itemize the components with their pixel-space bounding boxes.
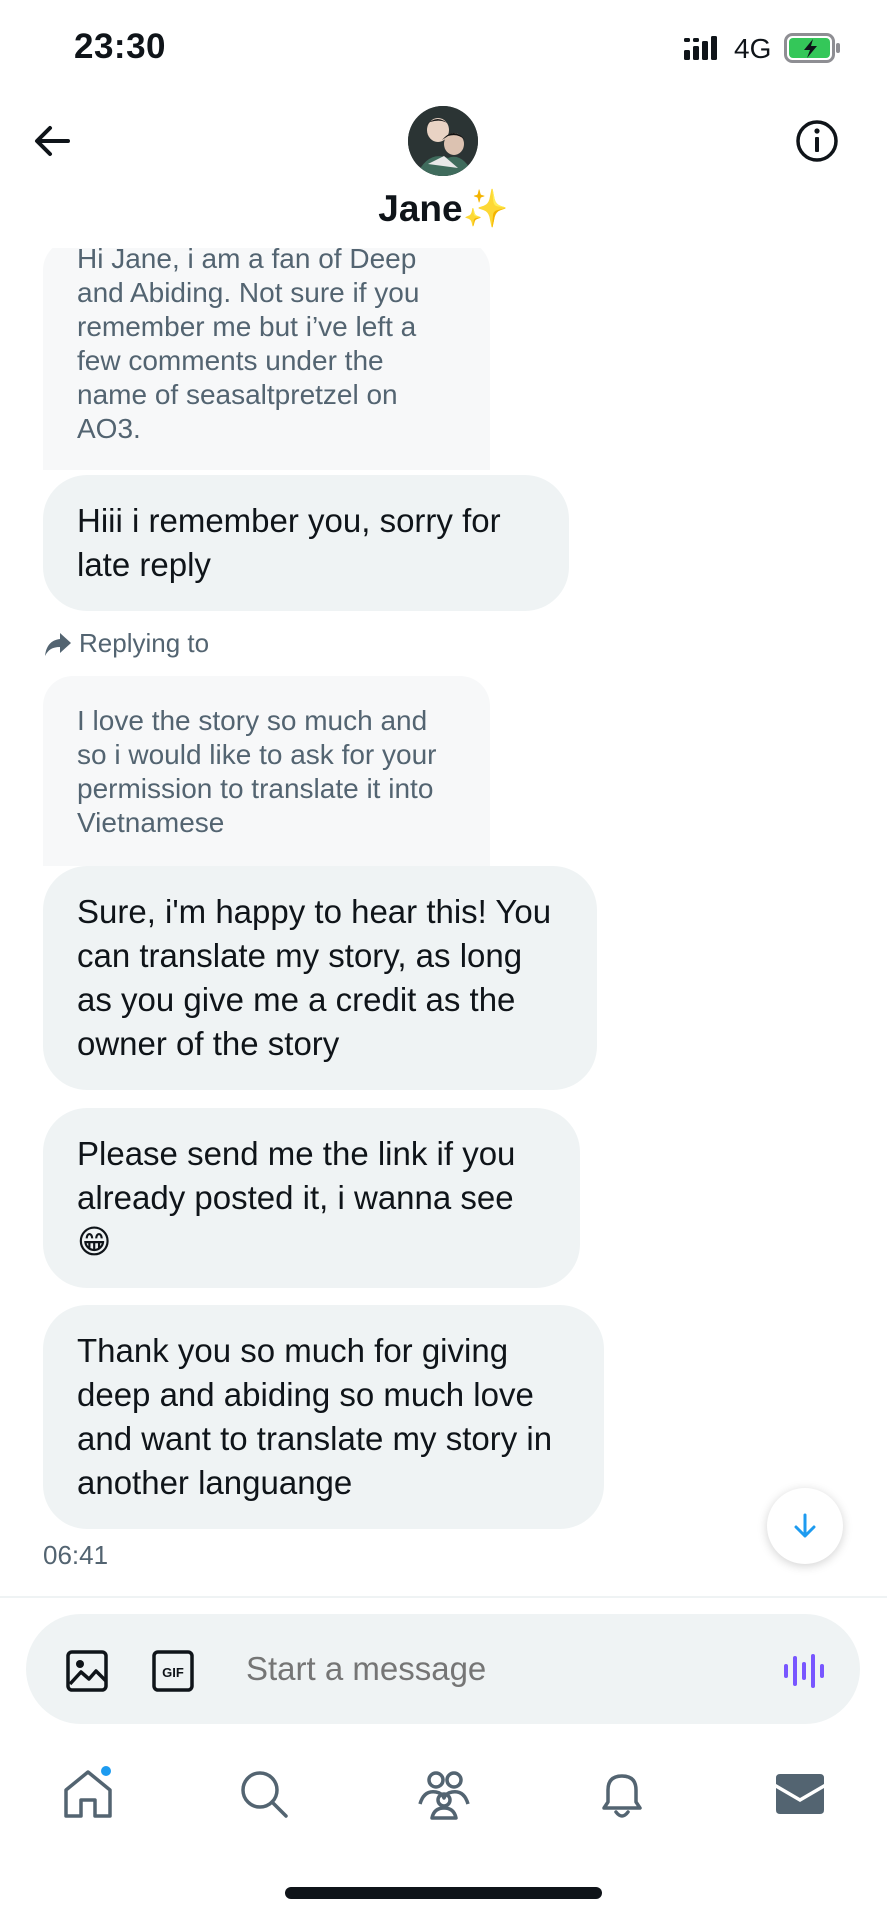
avatar[interactable]	[408, 106, 478, 176]
message-bubble[interactable]: Thank you so much for giving deep and ab…	[43, 1305, 604, 1529]
message-text: Please send me the link if you already p…	[77, 1135, 516, 1260]
message-thread[interactable]: Hi Jane, i am a fan of Deep and Abiding.…	[0, 248, 887, 1593]
quoted-message: Hi Jane, i am a fan of Deep and Abiding.…	[43, 248, 490, 470]
scroll-to-bottom-button[interactable]	[767, 1488, 843, 1564]
quoted-message: I love the story so much and so i would …	[43, 676, 490, 866]
reply-arrow-icon	[45, 632, 71, 656]
notifications-icon[interactable]	[594, 1766, 650, 1822]
search-icon[interactable]	[236, 1766, 292, 1822]
battery-icon	[784, 33, 840, 63]
message-text: Sure, i'm happy to hear this! You can tr…	[77, 893, 552, 1062]
contact-name[interactable]: Jane✨	[0, 188, 887, 231]
home-indicator	[285, 1887, 602, 1899]
messages-icon[interactable]	[772, 1766, 828, 1822]
quoted-message-text: Hi Jane, i am a fan of Deep and Abiding.…	[77, 248, 420, 444]
replying-to-text: Replying to	[79, 628, 210, 658]
replying-to-label: Replying to	[43, 628, 209, 659]
arrow-down-icon	[794, 1513, 816, 1538]
info-icon[interactable]	[792, 116, 842, 166]
signal-icon	[684, 36, 717, 60]
voice-message-icon[interactable]	[780, 1648, 826, 1694]
message-bubble[interactable]: Please send me the link if you already p…	[43, 1108, 580, 1288]
status-time: 23:30	[74, 27, 167, 66]
message-bubble[interactable]: Sure, i'm happy to hear this! You can tr…	[43, 866, 597, 1090]
image-icon[interactable]	[66, 1650, 108, 1692]
communities-icon[interactable]	[416, 1766, 472, 1822]
contact-name-text: Jane	[378, 188, 463, 229]
home-icon[interactable]	[60, 1766, 116, 1822]
message-input[interactable]	[246, 1646, 746, 1692]
status-bar: 23:30 4G	[0, 0, 887, 96]
network-type: 4G	[734, 33, 772, 64]
avatar-image	[408, 106, 478, 176]
message-timestamp: 06:41	[43, 1540, 109, 1570]
svg-text:GIF: GIF	[162, 1665, 184, 1680]
message-text: Thank you so much for giving deep and ab…	[77, 1332, 553, 1501]
message-bubble[interactable]: Hiii i remember you, sorry for late repl…	[43, 475, 569, 611]
message-composer: GIF	[26, 1614, 860, 1724]
back-arrow-icon[interactable]	[28, 116, 78, 166]
quoted-message-text: I love the story so much and so i would …	[77, 705, 437, 838]
gif-icon[interactable]: GIF	[152, 1650, 194, 1692]
bottom-tab-bar	[0, 1740, 887, 1850]
message-text: Hiii i remember you, sorry for late repl…	[77, 502, 501, 583]
divider	[0, 1596, 887, 1598]
conversation-header: Jane✨	[0, 96, 887, 248]
sparkles-icon: ✨	[462, 188, 509, 229]
